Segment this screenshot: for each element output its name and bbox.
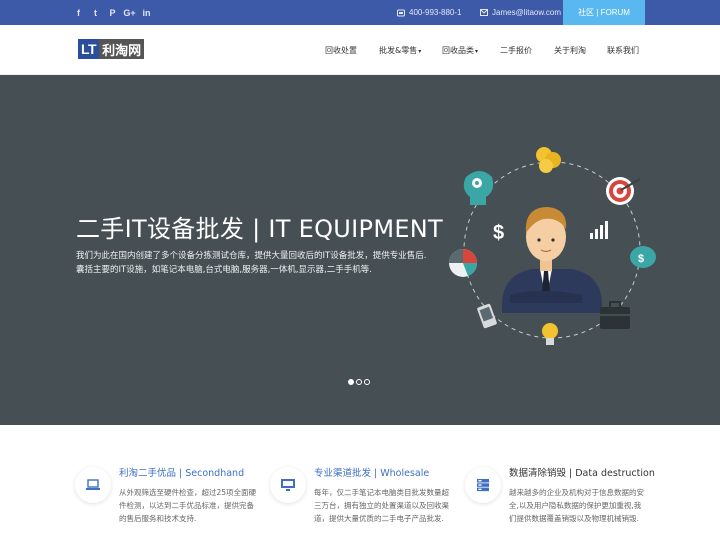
svg-text:$: $ [638, 253, 644, 265]
feature-description: 越来越多的企业及机构对于信息数据的安全,以及用户隐私数据的保护更加重视,我们提供… [509, 488, 644, 523]
target-icon [606, 177, 641, 205]
mobile-phone-icon [477, 303, 497, 329]
hero-description: 我们为此在国内创建了多个设备分拣测试仓库，提供大量回收后的IT设备批发，提供专业… [76, 249, 456, 277]
head-gear-icon [463, 171, 494, 205]
feature-description: 每年，仅二手笔记本电脑类目批发数量超三万台，拥有独立的处置渠道以及回收渠道，提供… [314, 488, 449, 523]
main-nav: 回收处置 批发&零售▾ 回收品类▾ 二手报价 关于利淘 联系我们 [0, 25, 720, 75]
feature-title[interactable]: 专业渠道批发 | Wholesale [314, 465, 429, 479]
server-icon [465, 467, 501, 503]
dollar-icon: $ [493, 222, 504, 244]
email-address: James@litaow.com [492, 8, 562, 17]
top-bar: f t P G+ in 400-993-880-1 James@litaow.c… [0, 0, 720, 25]
hero-desc-line: 我们为此在国内创建了多个设备分拣测试仓库，提供大量回收后的IT设备批发，提供专业… [76, 251, 427, 261]
feature-title[interactable]: 数据清除销毁 | Data destruction [509, 465, 655, 479]
businessman-figure [502, 207, 602, 313]
coins-icon [536, 147, 561, 173]
light-bulb-icon [542, 323, 558, 345]
hero-title: 二手IT设备批发 | IT EQUIPMENT [76, 215, 444, 243]
envelope-icon [480, 9, 488, 16]
facebook-icon[interactable]: f [70, 8, 87, 18]
nav-item-contact[interactable]: 联系我们 [607, 45, 639, 56]
chevron-down-icon: ▾ [475, 48, 479, 55]
pinterest-icon[interactable]: P [104, 8, 121, 18]
feature-title[interactable]: 利淘二手优品 | Secondhand [119, 465, 244, 479]
slide-dot-2[interactable] [356, 379, 362, 385]
briefcase-icon [600, 301, 630, 329]
linkedin-icon[interactable]: in [138, 8, 155, 18]
laptop-icon [75, 467, 111, 503]
phone-number: 400-993-880-1 [409, 8, 462, 17]
phone-contact[interactable]: 400-993-880-1 [397, 0, 461, 25]
forum-button[interactable]: 社区 | FORUM [563, 0, 645, 25]
google-plus-icon[interactable]: G+ [121, 8, 138, 18]
chevron-down-icon: ▾ [418, 48, 422, 55]
business-illustration: $ $ [449, 147, 656, 345]
site-header: LT 利淘网 回收处置 批发&零售▾ 回收品类▾ 二手报价 关于利淘 联系我们 [0, 25, 720, 75]
phone-icon [397, 9, 405, 16]
social-links: f t P G+ in [70, 0, 155, 25]
monitor-icon [270, 467, 306, 503]
email-contact[interactable]: James@litaow.com [480, 0, 561, 25]
nav-item-wholesale[interactable]: 批发&零售▾ [379, 45, 421, 56]
pie-chart-icon [449, 249, 477, 277]
nav-item-quotes[interactable]: 二手报价 [500, 45, 532, 56]
slider-pagination [348, 379, 372, 385]
piggy-bank-icon: $ [630, 246, 656, 268]
nav-item-categories[interactable]: 回收品类▾ [442, 45, 478, 56]
feature-description: 从外观筛选至硬件检查，超过25项全面硬件检测，以达到二手优品标准，提供完备的售后… [119, 488, 257, 523]
slide-dot-1[interactable] [348, 379, 354, 385]
hero-desc-line: 囊括主要的IT设施，如笔记本电脑,台式电脑,服务器,一体机,显示器,二手手机等. [76, 265, 372, 275]
bar-chart-icon [590, 221, 608, 239]
twitter-icon[interactable]: t [87, 8, 104, 18]
nav-item-recycle[interactable]: 回收处置 [325, 45, 357, 56]
slide-dot-3[interactable] [364, 379, 370, 385]
nav-item-about[interactable]: 关于利淘 [554, 45, 586, 56]
hero-banner: 二手IT设备批发 | IT EQUIPMENT 我们为此在国内创建了多个设备分拣… [0, 75, 720, 425]
